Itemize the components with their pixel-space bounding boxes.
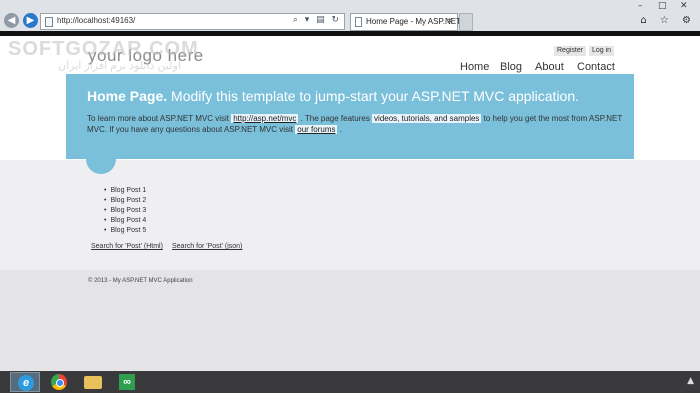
internet-explorer-icon: e — [18, 375, 34, 391]
menu-contact[interactable]: Contact — [577, 61, 615, 73]
close-window-icon[interactable]: ✕ — [680, 1, 688, 11]
list-item: Blog Post 2 — [104, 196, 146, 206]
tab-title: Home Page - My ASP.NET ... — [366, 17, 470, 26]
featured-text: To learn more about ASP.NET MVC visit — [87, 114, 232, 123]
featured-title-rest: Modify this template to jump-start your … — [167, 88, 580, 104]
browser-toolbar: ◀ ▶ http://localhost:49163/ ⌕ ▾ ▤ ↻ Home… — [0, 0, 700, 34]
page-icon — [45, 17, 53, 27]
tab-page-icon — [355, 17, 362, 27]
featured-title-bold: Home Page. — [87, 88, 168, 104]
tray-arrow-icon[interactable]: ▲ — [687, 376, 694, 386]
featured-title: Home Page. Modify this template to jump-… — [87, 88, 627, 104]
maximize-icon[interactable]: □ — [658, 1, 667, 11]
asp-net-mvc-link[interactable]: http://asp.net/mvc — [231, 114, 299, 123]
taskbar-visual-studio[interactable]: ∞ — [112, 372, 142, 392]
visual-studio-icon: ∞ — [119, 374, 135, 390]
copyright-text: © 2013 - My ASP.NET MVC Application — [88, 278, 193, 284]
featured-body: To learn more about ASP.NET MVC visit ht… — [87, 113, 627, 135]
blog-post-list: Blog Post 1 Blog Post 2 Blog Post 3 Blog… — [104, 186, 146, 236]
featured-text: . The page features — [298, 114, 373, 123]
web-page: your logo here SOFTGOZAR.COM اولین دانلو… — [0, 36, 700, 370]
menu-home[interactable]: Home — [460, 61, 489, 73]
watermark: SOFTGOZAR.COM — [8, 38, 199, 60]
search-json-link[interactable]: Search for 'Post' (json) — [172, 243, 242, 250]
home-favorites-settings-icons[interactable]: ⌂ ☆ ⚙ — [640, 15, 696, 26]
address-tools-icons[interactable]: ⌕ ▾ ▤ ↻ — [293, 15, 341, 25]
menu-about[interactable]: About — [535, 61, 564, 73]
featured-section: Home Page. Modify this template to jump-… — [66, 74, 634, 159]
back-button[interactable]: ◀ — [4, 13, 19, 28]
list-item: Blog Post 4 — [104, 216, 146, 226]
taskbar-chrome[interactable] — [44, 372, 74, 392]
main-content: Blog Post 1 Blog Post 2 Blog Post 3 Blog… — [0, 160, 700, 270]
new-tab-button[interactable] — [459, 13, 473, 31]
footer: © 2013 - My ASP.NET MVC Application — [0, 270, 700, 370]
minimize-icon[interactable]: – — [638, 1, 643, 11]
list-item: Blog Post 3 — [104, 206, 146, 216]
list-item: Blog Post 5 — [104, 226, 146, 236]
address-url[interactable]: http://localhost:49163/ — [57, 16, 135, 25]
menu-blog[interactable]: Blog — [500, 61, 522, 73]
featured-text: . — [337, 125, 342, 134]
taskbar-file-explorer[interactable] — [78, 372, 108, 392]
browser-tab[interactable]: Home Page - My ASP.NET ... × — [350, 13, 470, 31]
register-link[interactable]: Register — [554, 46, 587, 56]
forums-link[interactable]: our forums — [295, 125, 338, 134]
taskbar-internet-explorer[interactable]: e — [10, 372, 40, 392]
search-html-link[interactable]: Search for 'Post' (Html) — [91, 243, 163, 250]
watermark-subtitle: اولین دانلود نرم افزار ایران — [58, 60, 181, 72]
taskbar: e ∞ ▲ — [0, 371, 700, 393]
list-item: Blog Post 1 — [104, 186, 146, 196]
forward-button[interactable]: ▶ — [23, 13, 38, 28]
login-link[interactable]: Log in — [589, 46, 615, 56]
tab-close-icon[interactable]: × — [446, 16, 453, 25]
address-bar[interactable]: http://localhost:49163/ ⌕ ▾ ▤ ↻ — [40, 13, 345, 30]
folder-icon — [84, 376, 102, 389]
chrome-icon — [51, 374, 67, 390]
videos-tutorials-link[interactable]: videos, tutorials, and samples — [372, 114, 482, 123]
